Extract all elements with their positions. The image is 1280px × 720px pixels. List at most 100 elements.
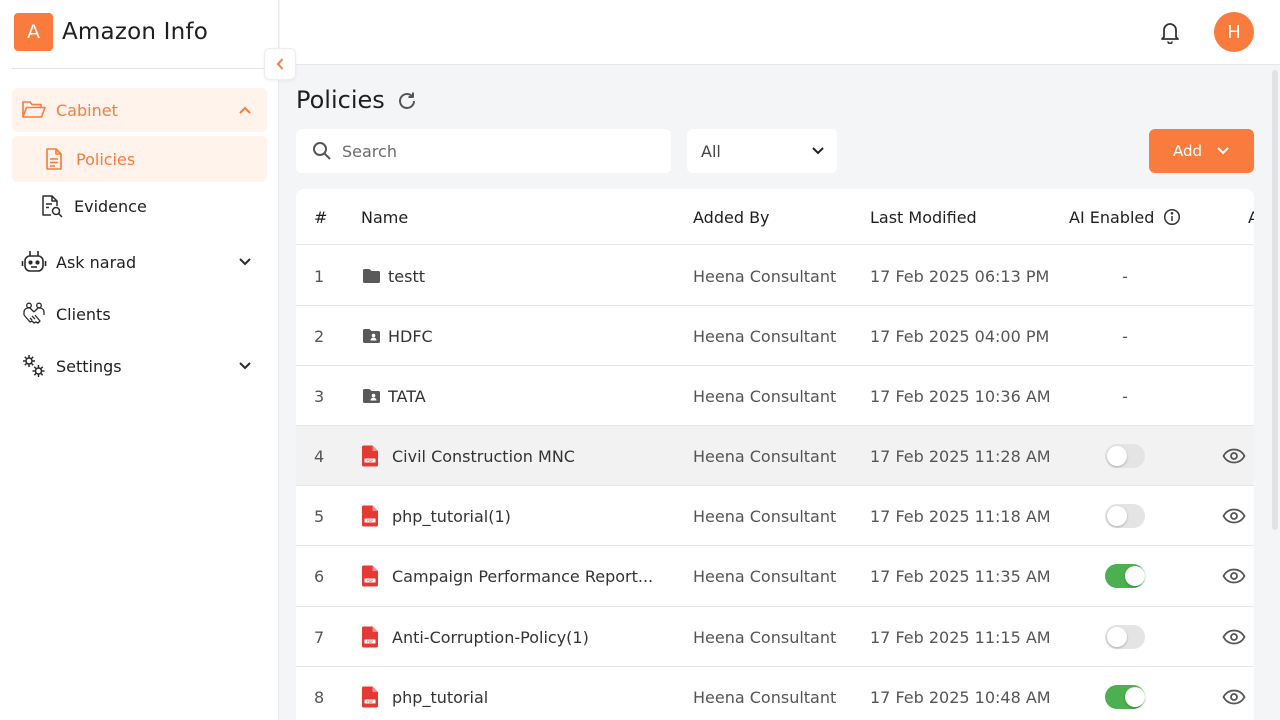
sidebar-item-label: Ask narad bbox=[56, 252, 137, 272]
sidebar-item-label: Settings bbox=[56, 356, 122, 376]
column-header-added-by[interactable]: Added By bbox=[693, 208, 770, 227]
toggle-knob bbox=[1125, 566, 1145, 586]
search-input[interactable] bbox=[342, 141, 642, 161]
table-row[interactable]: 3 TATA Heena Consultant 17 Feb 2025 10:3… bbox=[296, 366, 1254, 426]
table-row[interactable]: 7 PDF Anti-Corruption-Policy(1) Heena Co… bbox=[296, 607, 1254, 667]
eye-icon[interactable] bbox=[1222, 667, 1246, 720]
filter-select[interactable]: All bbox=[687, 129, 837, 173]
search-icon bbox=[312, 141, 332, 161]
row-name[interactable]: PDF php_tutorial(1) bbox=[361, 486, 511, 546]
row-added-by: Heena Consultant bbox=[693, 687, 837, 707]
row-number: 8 bbox=[314, 687, 325, 707]
row-ai-enabled bbox=[1105, 667, 1145, 720]
ai-enabled-toggle[interactable] bbox=[1105, 444, 1145, 468]
row-name[interactable]: PDF Campaign Performance Report... bbox=[361, 546, 653, 606]
refresh-icon[interactable] bbox=[396, 90, 418, 112]
row-name[interactable]: testt bbox=[361, 246, 425, 306]
row-name[interactable]: PDF Anti-Corruption-Policy(1) bbox=[361, 607, 589, 667]
row-name[interactable]: HDFC bbox=[361, 306, 433, 366]
eye-icon[interactable] bbox=[1222, 607, 1246, 667]
toggle-knob bbox=[1107, 506, 1127, 526]
row-number: 2 bbox=[314, 326, 325, 346]
table-row[interactable]: 8 PDF php_tutorial Heena Consultant 17 F… bbox=[296, 667, 1254, 720]
ai-enabled-toggle[interactable] bbox=[1105, 564, 1145, 588]
row-added-by: Heena Consultant bbox=[693, 386, 837, 406]
toggle-knob bbox=[1125, 687, 1145, 707]
policies-table: # Name Added By Last Modified AI Enabled… bbox=[296, 189, 1254, 720]
scrollbar-thumb[interactable] bbox=[1272, 70, 1278, 530]
column-header-name[interactable]: Name bbox=[361, 208, 408, 227]
gears-icon bbox=[21, 353, 47, 379]
sidebar-item-label: Cabinet bbox=[56, 100, 118, 120]
table-header: # Name Added By Last Modified AI Enabled… bbox=[296, 189, 1254, 245]
row-name[interactable]: PDF Civil Construction MNC bbox=[361, 426, 575, 486]
row-last-modified: 17 Feb 2025 11:35 AM bbox=[870, 566, 1051, 586]
row-name-text: php_tutorial(1) bbox=[392, 506, 511, 526]
row-name[interactable]: TATA bbox=[361, 366, 426, 426]
eye-icon[interactable] bbox=[1222, 546, 1246, 606]
robot-icon bbox=[21, 249, 47, 275]
ai-enabled-toggle[interactable] bbox=[1105, 625, 1145, 649]
add-button[interactable]: Add bbox=[1149, 129, 1254, 173]
sidebar-item-clients[interactable]: Clients bbox=[12, 292, 267, 336]
shared-folder-icon bbox=[361, 326, 381, 346]
brand[interactable]: A Amazon Info bbox=[14, 13, 208, 51]
row-last-modified: 17 Feb 2025 06:13 PM bbox=[870, 266, 1050, 286]
table-row[interactable]: 4 PDF Civil Construction MNC Heena Consu… bbox=[296, 426, 1254, 486]
page-title: Policies bbox=[296, 86, 385, 114]
row-name-text: TATA bbox=[388, 386, 426, 406]
row-added-by: Heena Consultant bbox=[693, 506, 837, 526]
column-header-number: # bbox=[314, 208, 328, 227]
row-ai-enabled: - bbox=[1122, 326, 1128, 346]
sidebar-item-cabinet[interactable]: Cabinet bbox=[12, 88, 267, 132]
row-last-modified: 17 Feb 2025 11:18 AM bbox=[870, 506, 1051, 526]
ai-enabled-toggle[interactable] bbox=[1105, 504, 1145, 528]
row-ai-enabled bbox=[1105, 607, 1145, 667]
row-name-text: testt bbox=[388, 266, 425, 286]
eye-icon[interactable] bbox=[1222, 486, 1246, 546]
svg-text:PDF: PDF bbox=[367, 640, 374, 644]
folder-icon bbox=[361, 266, 381, 286]
table-row[interactable]: 2 HDFC Heena Consultant 17 Feb 2025 04:0… bbox=[296, 306, 1254, 366]
row-last-modified: 17 Feb 2025 04:00 PM bbox=[870, 326, 1050, 346]
collapse-sidebar-button[interactable] bbox=[264, 48, 296, 80]
chevron-down-icon bbox=[811, 146, 825, 156]
sidebar-item-evidence[interactable]: Evidence bbox=[12, 184, 267, 228]
info-icon[interactable] bbox=[1163, 208, 1181, 230]
eye-icon[interactable] bbox=[1222, 426, 1246, 486]
document-search-icon bbox=[39, 193, 65, 219]
brand-name: Amazon Info bbox=[62, 19, 208, 45]
sidebar-item-label: Evidence bbox=[74, 196, 147, 216]
avatar[interactable]: H bbox=[1214, 12, 1254, 52]
table-row[interactable]: 6 PDF Campaign Performance Report... Hee… bbox=[296, 546, 1254, 607]
table-row[interactable]: 5 PDF php_tutorial(1) Heena Consultant 1… bbox=[296, 486, 1254, 546]
row-number: 6 bbox=[314, 566, 325, 586]
chevron-down-icon bbox=[1216, 146, 1230, 156]
row-name[interactable]: PDF php_tutorial bbox=[361, 667, 488, 720]
chevron-up-icon bbox=[237, 102, 253, 118]
shared-folder-icon bbox=[361, 386, 381, 406]
row-ai-enabled bbox=[1105, 426, 1145, 486]
handshake-icon bbox=[21, 301, 47, 327]
document-icon bbox=[41, 146, 67, 172]
row-ai-enabled: - bbox=[1122, 266, 1128, 286]
row-number: 5 bbox=[314, 506, 325, 526]
ai-enabled-toggle[interactable] bbox=[1105, 685, 1145, 709]
row-name-text: php_tutorial bbox=[392, 687, 489, 707]
sidebar-item-ask-narad[interactable]: Ask narad bbox=[12, 240, 267, 284]
column-header-ai-enabled: AI Enabled bbox=[1069, 208, 1155, 227]
row-name-text: Civil Construction MNC bbox=[392, 446, 575, 466]
row-added-by: Heena Consultant bbox=[693, 266, 837, 286]
sidebar-item-label: Clients bbox=[56, 304, 111, 324]
row-last-modified: 17 Feb 2025 10:48 AM bbox=[870, 687, 1051, 707]
table-row[interactable]: 1 testt Heena Consultant 17 Feb 2025 06:… bbox=[296, 246, 1254, 306]
row-number: 4 bbox=[314, 446, 325, 466]
sidebar-item-policies[interactable]: Policies bbox=[12, 136, 267, 182]
bell-icon[interactable] bbox=[1159, 20, 1181, 45]
sidebar: A Amazon Info Cabinet Policies Evidence … bbox=[0, 0, 279, 720]
pdf-file-icon: PDF bbox=[361, 445, 381, 467]
toggle-knob bbox=[1107, 627, 1127, 647]
column-header-last-modified[interactable]: Last Modified bbox=[870, 208, 977, 227]
row-number: 3 bbox=[314, 386, 325, 406]
sidebar-item-settings[interactable]: Settings bbox=[12, 344, 267, 388]
